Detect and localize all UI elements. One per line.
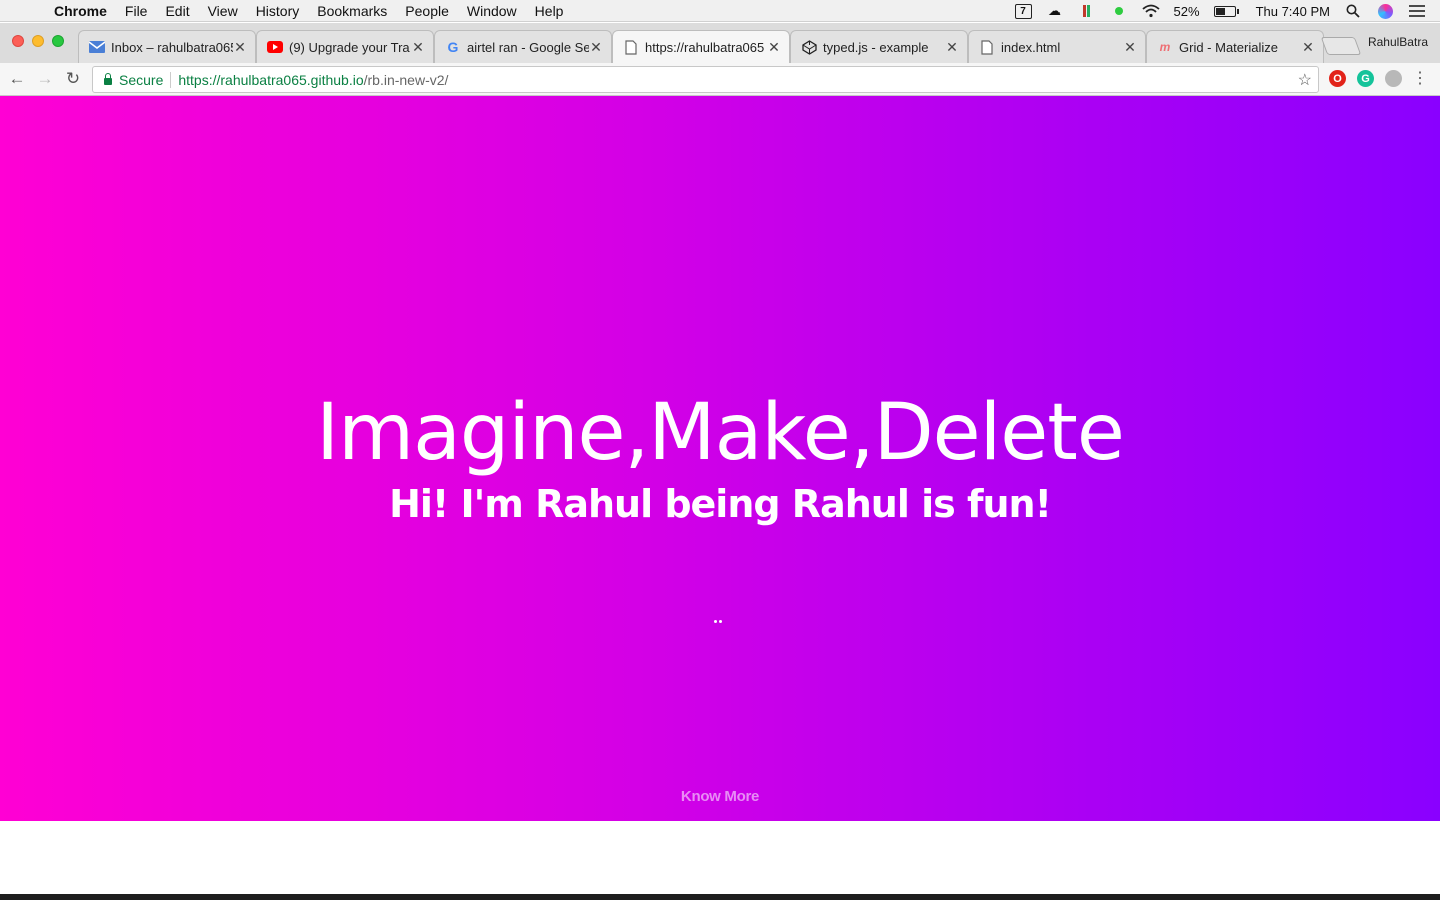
menu-help[interactable]: Help: [526, 3, 573, 19]
codepen-icon: [801, 39, 817, 55]
menu-window[interactable]: Window: [458, 3, 526, 19]
url-path: /rb.in-new-v2/: [363, 71, 449, 88]
new-tab-button[interactable]: [1320, 37, 1362, 55]
tab-typed-js[interactable]: typed.js - example ✕: [790, 30, 968, 63]
clock[interactable]: Thu 7:40 PM: [1256, 4, 1330, 19]
menu-bookmarks[interactable]: Bookmarks: [308, 3, 396, 19]
tab-title: (9) Upgrade your Tra: [289, 39, 410, 55]
menu-file[interactable]: File: [116, 3, 157, 19]
tab-title: Grid - Materialize: [1179, 39, 1278, 55]
menu-edit[interactable]: Edit: [156, 3, 198, 19]
window-minimize-button[interactable]: [32, 35, 44, 47]
tab-close-icon[interactable]: ✕: [411, 39, 425, 56]
hero-subline: Hi! I'm Rahul being Rahul is fun!: [389, 482, 1052, 526]
green-dot-icon[interactable]: [1110, 4, 1128, 18]
battery-icon[interactable]: [1213, 5, 1239, 17]
tab-title: airtel ran - Google Se: [467, 39, 589, 55]
tab-materialize[interactable]: m Grid - Materialize ✕: [1146, 30, 1324, 63]
calendar-icon[interactable]: 7: [1014, 3, 1032, 19]
google-icon: G: [447, 39, 459, 55]
reload-icon[interactable]: ↻: [62, 68, 84, 90]
tab-close-icon[interactable]: ✕: [945, 39, 959, 56]
menu-people[interactable]: People: [396, 3, 458, 19]
hero-section: Imagine,Make,Delete Hi! I'm Rahul being …: [0, 96, 1440, 821]
opera-extension-icon[interactable]: O: [1329, 70, 1346, 87]
tab-close-icon[interactable]: ✕: [589, 39, 603, 56]
tab-google-search[interactable]: G airtel ran - Google Se ✕: [434, 30, 612, 63]
youtube-icon: [267, 39, 283, 55]
typing-cursor-dots: [714, 620, 722, 623]
back-arrow-icon[interactable]: ←: [6, 68, 28, 90]
hero-headline: Imagine,Make,Delete: [316, 388, 1125, 478]
status-area: 7 ☁ 52% Thu 7:40 PM: [1014, 0, 1440, 22]
profile-button[interactable]: RahulBatra: [1368, 35, 1428, 49]
file-icon: [979, 39, 995, 55]
tab-title: https://rahulbatra065: [645, 40, 765, 55]
wifi-icon[interactable]: [1141, 4, 1160, 18]
materialize-icon: m: [1159, 40, 1171, 54]
notification-center-icon[interactable]: [1408, 4, 1426, 18]
browser-toolbar: ← → ↻ Secure https://rahulbatra065.githu…: [0, 63, 1440, 96]
tab-title: typed.js - example: [823, 39, 929, 55]
browser-menu-icon[interactable]: ⋮: [1412, 68, 1428, 88]
url-text[interactable]: https://rahulbatra065.github.io/rb.in-ne…: [178, 72, 448, 88]
window-close-button[interactable]: [12, 35, 24, 47]
tab-title: index.html: [1001, 39, 1061, 55]
tab-close-icon[interactable]: ✕: [1123, 39, 1137, 56]
address-bar[interactable]: Secure https://rahulbatra065.github.io/r…: [92, 66, 1319, 93]
tab-active-page[interactable]: https://rahulbatra065 ✕: [612, 30, 790, 64]
web-page: Imagine,Make,Delete Hi! I'm Rahul being …: [0, 96, 1440, 900]
menu-view[interactable]: View: [199, 3, 247, 19]
grammarly-extension-icon[interactable]: G: [1357, 70, 1374, 87]
shield-extension-icon[interactable]: [1385, 70, 1402, 87]
window-maximize-button[interactable]: [52, 35, 64, 47]
forward-arrow-icon[interactable]: →: [34, 68, 56, 90]
cloud-icon[interactable]: ☁: [1046, 3, 1064, 18]
lock-icon[interactable]: [99, 73, 117, 85]
menu-history[interactable]: History: [247, 3, 309, 19]
tab-close-icon[interactable]: ✕: [1301, 39, 1315, 56]
tab-inbox[interactable]: Inbox – rahulbatra065 ✕: [78, 30, 256, 63]
tab-index-html[interactable]: index.html ✕: [968, 30, 1146, 63]
tab-strip: Inbox – rahulbatra065 ✕ (9) Upgrade your…: [0, 23, 1440, 64]
spotlight-search-icon[interactable]: [1344, 4, 1362, 18]
menu-app-chrome[interactable]: Chrome: [54, 3, 116, 19]
know-more-link[interactable]: Know More: [0, 788, 1440, 805]
window-bottom-edge: [0, 894, 1440, 900]
page-icon: [623, 40, 639, 56]
tab-close-icon[interactable]: ✕: [233, 39, 247, 56]
url-host: https://rahulbatra065.github.io: [178, 71, 364, 88]
bookmark-star-icon[interactable]: ☆: [1298, 70, 1312, 90]
macos-menu-bar: Chrome File Edit View History Bookmarks …: [0, 0, 1440, 22]
tab-close-icon[interactable]: ✕: [767, 39, 781, 56]
tab-title: Inbox – rahulbatra065: [111, 39, 233, 55]
gmail-icon: [89, 39, 105, 55]
siri-icon[interactable]: [1376, 3, 1394, 19]
activity-bars-icon[interactable]: [1078, 4, 1096, 18]
tab-youtube[interactable]: (9) Upgrade your Tra ✕: [256, 30, 434, 63]
secure-label[interactable]: Secure: [119, 71, 172, 88]
battery-percent: 52%: [1173, 3, 1200, 19]
